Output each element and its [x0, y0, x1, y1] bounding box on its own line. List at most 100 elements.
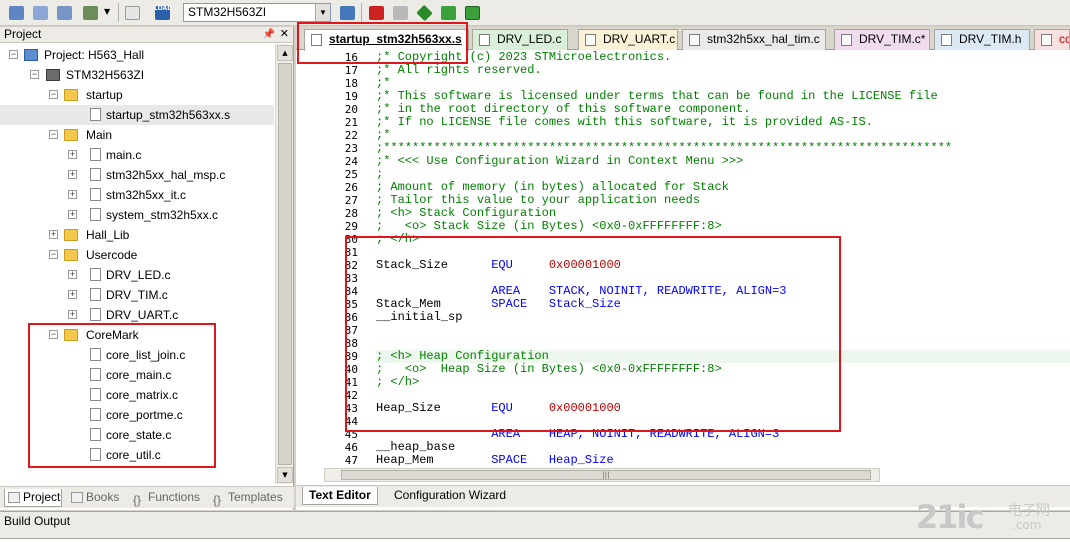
tab-drv-tim[interactable]: DRV_TIM.c*: [834, 29, 930, 50]
tab-functions[interactable]: {} Functions: [130, 489, 208, 507]
tree-file-row[interactable]: startup_stm32h563xx.s: [0, 105, 274, 125]
scrollbar-thumb[interactable]: [278, 63, 292, 465]
tab-drv-uart[interactable]: DRV_UART.c: [578, 29, 678, 50]
code-token: ; Amount of memory (in bytes) allocated …: [376, 180, 729, 194]
load-icon[interactable]: LOAD: [152, 3, 172, 22]
code-text[interactable]: ;* Copyright (c) 2023 STMicroelectronics…: [376, 51, 1070, 467]
tree-label: core_state.c: [106, 428, 172, 442]
line-number: 42: [344, 389, 358, 402]
chevron-down-icon[interactable]: ▼: [315, 4, 330, 21]
braces-icon: {}: [133, 493, 142, 507]
tree-project-node[interactable]: − Project: H563_Hall: [0, 45, 274, 65]
file-icon: [90, 408, 101, 421]
manage-components-icon[interactable]: [366, 3, 386, 22]
tab-overflow[interactable]: co: [1034, 29, 1070, 50]
tree-file-row[interactable]: + system_stm32h5xx.c: [0, 205, 274, 225]
tree-file-row[interactable]: + stm32h5xx_it.c: [0, 185, 274, 205]
file-icon: [90, 188, 101, 201]
tree-file-row[interactable]: + stm32h5xx_hal_msp.c: [0, 165, 274, 185]
tree-file-row[interactable]: core_util.c: [0, 445, 274, 465]
tree-file-row[interactable]: core_state.c: [0, 425, 274, 445]
line-number: 47: [344, 454, 358, 467]
wand-icon[interactable]: [337, 3, 357, 22]
tab-project[interactable]: Project: [4, 489, 62, 507]
tree-label: Main: [86, 128, 113, 142]
target-select[interactable]: STM32H563ZI ▼: [183, 3, 331, 22]
tab-drv-tim-h[interactable]: DRV_TIM.h: [934, 29, 1030, 50]
tree-group-main[interactable]: − Main: [0, 125, 274, 145]
expand-toggle[interactable]: +: [68, 190, 77, 199]
code-token: ;* Copyright (c) 2023 STMicroelectronics…: [376, 50, 672, 64]
tab-startup-file[interactable]: startup_stm32h563xx.s: [304, 29, 469, 51]
tree-file-row[interactable]: + DRV_LED.c: [0, 265, 274, 285]
file-icon: [90, 388, 101, 401]
tab-drv-led[interactable]: DRV_LED.c: [472, 29, 568, 50]
collapse-toggle[interactable]: −: [49, 250, 58, 259]
line-number: 39: [344, 350, 358, 363]
tree-file-row[interactable]: core_main.c: [0, 365, 274, 385]
scrollbar-thumb[interactable]: |||: [341, 470, 871, 480]
stop-build-icon[interactable]: [122, 3, 142, 22]
expand-toggle[interactable]: +: [49, 230, 58, 239]
collapse-toggle[interactable]: −: [30, 70, 39, 79]
tab-text-editor[interactable]: Text Editor: [302, 487, 378, 505]
rebuild-icon[interactable]: [80, 3, 100, 22]
tab-books[interactable]: Books: [68, 489, 126, 507]
expand-toggle[interactable]: +: [68, 170, 77, 179]
expand-toggle[interactable]: +: [68, 150, 77, 159]
project-panel-header: Project 📌 ✕: [0, 27, 293, 43]
collapse-toggle[interactable]: −: [49, 330, 58, 339]
tree-label: system_stm32h5xx.c: [106, 208, 219, 222]
build-output-panel: Build Output: [0, 511, 1070, 542]
build-icon[interactable]: [54, 3, 74, 22]
code-token: ;***************************************…: [376, 141, 953, 155]
tab-label: stm32h5xx_hal_tim.c: [707, 32, 820, 46]
tree-file-row[interactable]: + DRV_UART.c: [0, 305, 274, 325]
tree-file-row[interactable]: + DRV_TIM.c: [0, 285, 274, 305]
tree-file-row[interactable]: + main.c: [0, 145, 274, 165]
line-number: 44: [344, 415, 358, 428]
tree-file-row[interactable]: core_matrix.c: [0, 385, 274, 405]
scroll-up-icon[interactable]: ▲: [277, 45, 293, 61]
tab-hal-tim[interactable]: stm32h5xx_hal_tim.c: [682, 29, 826, 50]
expand-toggle[interactable]: +: [68, 210, 77, 219]
code-token: SPACE: [491, 297, 528, 311]
translate-icon[interactable]: [30, 3, 50, 22]
tab-templates[interactable]: {} Templates: [210, 489, 292, 507]
green-diamond-icon[interactable]: [414, 3, 434, 22]
select-software-packs-icon[interactable]: [462, 3, 482, 22]
collapse-toggle[interactable]: −: [49, 130, 58, 139]
collapse-toggle[interactable]: −: [49, 90, 58, 99]
pin-icon[interactable]: 📌: [263, 27, 275, 42]
collapse-toggle[interactable]: −: [9, 50, 18, 59]
settings-icon[interactable]: [6, 3, 26, 22]
tree-file-row[interactable]: core_list_join.c: [0, 345, 274, 365]
chevron-down-icon[interactable]: ▼: [100, 3, 114, 22]
close-icon[interactable]: ✕: [280, 27, 289, 42]
tree-group-hall-lib[interactable]: + Hall_Lib: [0, 225, 274, 245]
line-number: 34: [344, 285, 358, 298]
tree-group-startup[interactable]: − startup: [0, 85, 274, 105]
file-icon: [90, 448, 101, 461]
build-output-text[interactable]: [0, 538, 1070, 542]
tree-group-coremark[interactable]: − CoreMark: [0, 325, 274, 345]
pack-installer-icon[interactable]: [438, 3, 458, 22]
project-tree-scrollbar[interactable]: ▲ ▼: [275, 44, 293, 484]
watermark-com: .com: [1012, 518, 1042, 532]
file-icon: [90, 168, 101, 181]
copy-icon[interactable]: [390, 3, 410, 22]
tab-configuration-wizard[interactable]: Configuration Wizard: [388, 487, 512, 505]
scroll-down-icon[interactable]: ▼: [277, 467, 293, 483]
tree-file-row[interactable]: core_portme.c: [0, 405, 274, 425]
tree-target-node[interactable]: − STM32H563ZI: [0, 65, 274, 85]
expand-toggle[interactable]: +: [68, 310, 77, 319]
code-token: __heap_base: [376, 440, 456, 454]
tab-label: DRV_UART.c: [603, 32, 676, 46]
expand-toggle[interactable]: +: [68, 290, 77, 299]
tree-group-usercode[interactable]: − Usercode: [0, 245, 274, 265]
expand-toggle[interactable]: +: [68, 270, 77, 279]
editor-hscrollbar[interactable]: |||: [324, 468, 880, 482]
